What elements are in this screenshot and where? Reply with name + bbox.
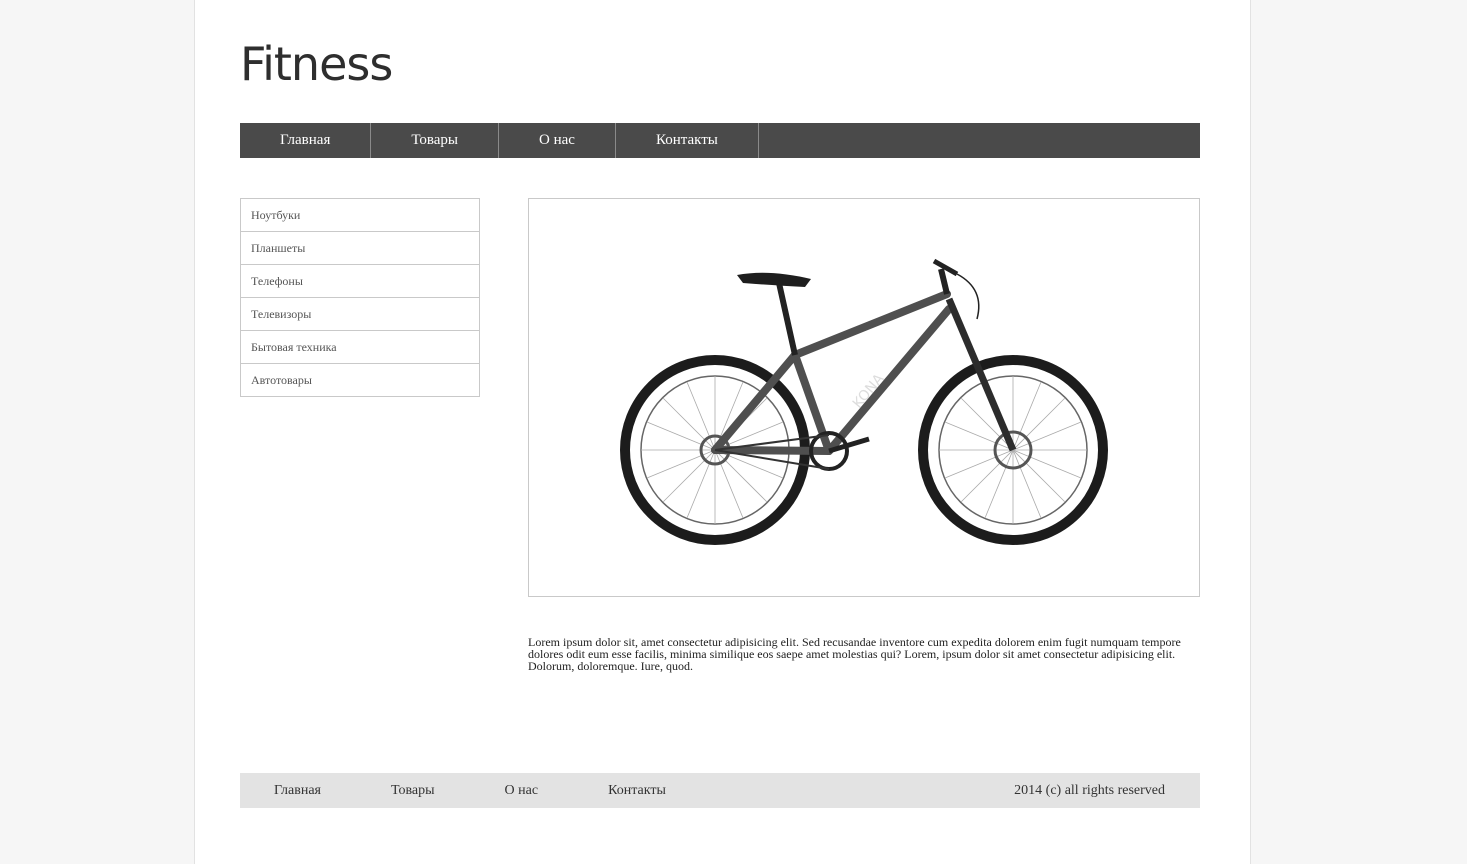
sidebar-item-appliances[interactable]: Бытовая техника (241, 331, 479, 364)
footer-link-home[interactable]: Главная (274, 783, 321, 799)
sidebar-item-laptops[interactable]: Ноутбуки (241, 199, 479, 232)
sidebar-item-phones[interactable]: Телефоны (241, 265, 479, 298)
product-image-frame: KONA (528, 198, 1200, 597)
footer-link-contacts[interactable]: Контакты (608, 783, 666, 799)
product-description: Lorem ipsum dolor sit, amet consectetur … (528, 635, 1181, 673)
nav-item-home[interactable]: Главная (240, 123, 372, 158)
page-container: Fitness Главная Товары О нас Контакты Но… (194, 0, 1251, 864)
category-sidebar: Ноутбуки Планшеты Телефоны Телевизоры Бы… (240, 198, 480, 397)
main-nav: Главная Товары О нас Контакты (240, 123, 1200, 158)
footer-copyright: 2014 (c) all rights reserved (1014, 782, 1165, 798)
bicycle-image: KONA (620, 258, 1108, 545)
nav-item-contacts[interactable]: Контакты (616, 123, 759, 158)
nav-item-products[interactable]: Товары (371, 123, 500, 158)
sidebar-item-tvs[interactable]: Телевизоры (241, 298, 479, 331)
nav-item-about[interactable]: О нас (499, 123, 616, 158)
footer-link-about[interactable]: О нас (505, 783, 539, 799)
sidebar-item-auto[interactable]: Автотовары (241, 364, 479, 396)
footer-link-products[interactable]: Товары (391, 783, 435, 799)
site-footer: Главная Товары О нас Контакты 2014 (c) a… (240, 773, 1200, 808)
sidebar-item-tablets[interactable]: Планшеты (241, 232, 479, 265)
site-logo[interactable]: Fitness (240, 34, 393, 94)
